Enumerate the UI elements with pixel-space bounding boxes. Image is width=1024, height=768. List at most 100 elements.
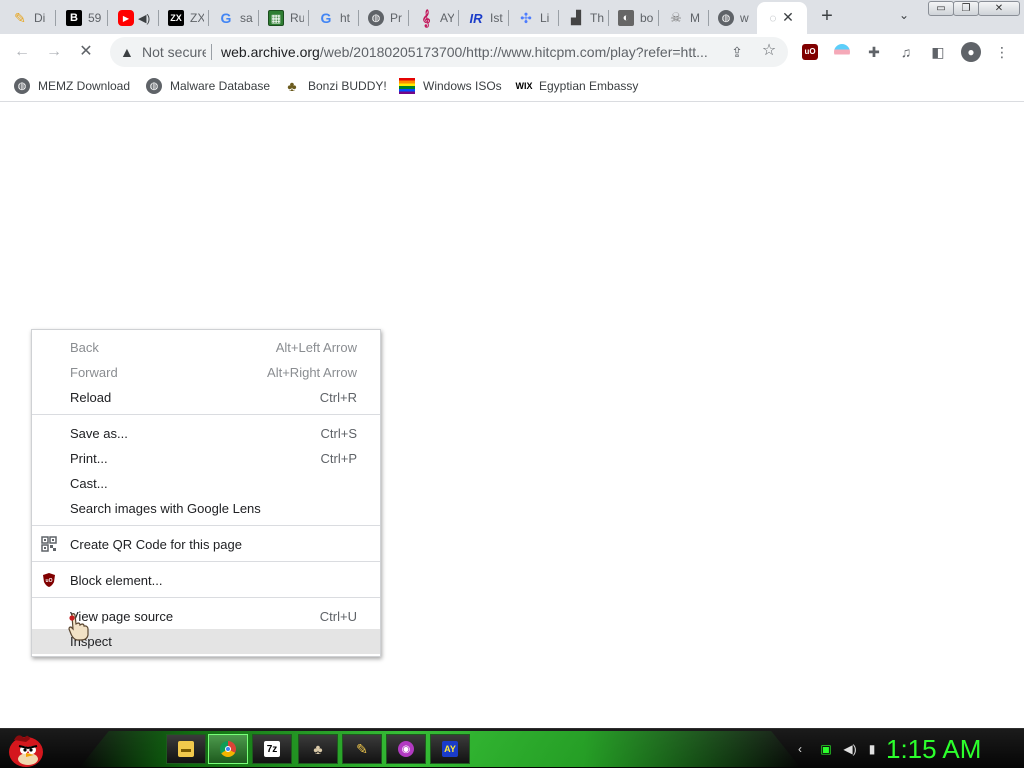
tab-divider — [308, 10, 309, 26]
menu-kebab-icon[interactable]: ⋮ — [994, 44, 1010, 60]
taskbar-pencil-app[interactable]: ✎ — [342, 734, 382, 764]
taskbar-disc-app[interactable]: ◉ — [386, 734, 426, 764]
globe-icon: ◍ — [368, 10, 384, 26]
chrome-icon — [220, 741, 236, 757]
tab-9[interactable]: 𝄞 AY — [410, 4, 454, 32]
url-text[interactable]: web.archive.org/web/20180205173700/http:… — [221, 44, 721, 60]
angry-bird-start-icon[interactable] — [4, 730, 48, 768]
bookmark-malware[interactable]: ◍ Malware Database — [146, 76, 270, 96]
tab-label: Li — [540, 11, 550, 25]
menu-item-label: Forward — [70, 365, 118, 380]
battery-icon[interactable]: ▣ — [818, 741, 834, 757]
forward-arrow-icon[interactable]: → — [42, 40, 66, 64]
ay-icon: AY — [442, 741, 458, 757]
rainbow-flag-icon — [399, 78, 415, 94]
menu-item-print[interactable]: Print... Ctrl+P — [32, 446, 380, 471]
ublock-origin-icon[interactable]: uO — [802, 44, 818, 60]
menu-item-shortcut: Alt+Right Arrow — [267, 365, 357, 380]
tab-10[interactable]: IR Ist — [460, 4, 504, 32]
tab-divider — [458, 10, 459, 26]
tab-3[interactable]: ▶ ◀) — [110, 4, 150, 32]
tab-divider — [55, 10, 56, 26]
menu-item-label: Save as... — [70, 426, 128, 441]
not-secure-label[interactable]: Not secure — [142, 44, 206, 60]
tab-12[interactable]: ▟ Th — [560, 4, 604, 32]
tab-15[interactable]: ◍ w — [710, 4, 754, 32]
tab-4[interactable]: ZX ZX — [160, 4, 204, 32]
taskbar-7zip[interactable]: 7z — [252, 734, 292, 764]
menu-item-label: Search images with Google Lens — [70, 501, 261, 516]
url-path: /web/20180205173700/http://www.hitcpm.co… — [319, 44, 708, 60]
bookmark-windows-isos[interactable]: Windows ISOs — [399, 76, 502, 96]
bookmark-memz[interactable]: ◍ MEMZ Download — [14, 76, 130, 96]
restore-button[interactable]: ❐ — [953, 1, 979, 16]
volume-icon[interactable]: ◀) — [842, 741, 858, 757]
taskbar: ▬ 7z ♣ ✎ ◉ AY ‹ ▣ ◀) ▮ 1:15 AM — [0, 728, 1024, 768]
menu-item-save-as[interactable]: Save as... Ctrl+S — [32, 421, 380, 446]
extensions-puzzle-icon[interactable]: ✚ — [866, 44, 882, 60]
hand-cursor-icon — [68, 613, 89, 641]
menu-item-label: Cast... — [70, 476, 108, 491]
taskbar-bonzi[interactable]: ♣ — [298, 734, 338, 764]
menu-item-forward[interactable]: Forward Alt+Right Arrow — [32, 360, 380, 385]
tab-label: Ru — [290, 11, 304, 25]
flag-extension-icon[interactable] — [834, 44, 850, 60]
tab-2[interactable]: B 59 — [58, 4, 102, 32]
taskbar-explorer[interactable]: ▬ — [166, 734, 206, 764]
map-icon: ▦ — [268, 10, 284, 26]
menu-item-google-lens[interactable]: Search images with Google Lens — [32, 496, 380, 521]
menu-item-cast[interactable]: Cast... — [32, 471, 380, 496]
audio-playing-icon[interactable]: ◀) — [138, 12, 150, 25]
media-control-icon[interactable]: ♫ — [898, 44, 914, 60]
music-icon: 𝄞 — [421, 9, 431, 27]
menu-item-label: Print... — [70, 451, 108, 466]
tab-6[interactable]: ▦ Ru — [260, 4, 304, 32]
profile-avatar-icon[interactable]: ● — [961, 42, 981, 62]
tab-11[interactable]: ✣ Li — [510, 4, 554, 32]
loading-icon: ◌ — [769, 11, 777, 25]
tab-divider — [258, 10, 259, 26]
stop-loading-icon[interactable]: ✕ — [74, 40, 98, 64]
side-panel-icon[interactable]: ◧ — [930, 44, 946, 60]
bookmark-bonzi[interactable]: ♣ Bonzi BUDDY! — [284, 76, 386, 96]
tray-expand-icon[interactable]: ‹ — [792, 741, 808, 757]
menu-separator — [32, 597, 380, 598]
address-bar[interactable]: ▲ Not secure web.archive.org/web/2018020… — [110, 37, 788, 67]
minimize-button[interactable]: ▭ — [928, 1, 954, 16]
taskbar-ay-app[interactable]: AY — [430, 734, 470, 764]
close-window-button[interactable]: ✕ — [978, 1, 1020, 16]
menu-item-shortcut: Alt+Left Arrow — [275, 340, 357, 355]
bookmark-egyptian-embassy[interactable]: WIX Egyptian Embassy — [515, 76, 639, 96]
google-icon: G — [220, 10, 232, 26]
zx-icon: ZX — [168, 10, 184, 26]
network-icon[interactable]: ▮ — [864, 741, 880, 757]
tab-14[interactable]: ☠ M — [660, 4, 704, 32]
tab-1[interactable]: ✎ Di — [4, 4, 48, 32]
menu-item-shortcut: Ctrl+R — [319, 390, 357, 405]
menu-item-block-element[interactable]: uO Block element... — [32, 568, 380, 593]
menu-item-back[interactable]: Back Alt+Left Arrow — [32, 335, 380, 360]
folder-icon: ▬ — [178, 741, 194, 757]
tab-5[interactable]: G sa — [210, 4, 254, 32]
url-host: web.archive.org — [221, 44, 320, 60]
menu-item-qr-code[interactable]: Create QR Code for this page — [32, 532, 380, 557]
tab-8[interactable]: ◍ Pr — [360, 4, 404, 32]
tab-search-chevron-icon[interactable]: ⌄ — [896, 8, 912, 24]
menu-item-reload[interactable]: Reload Ctrl+R — [32, 385, 380, 410]
tab-divider — [708, 10, 709, 26]
back-arrow-icon[interactable]: ← — [10, 40, 34, 64]
warning-triangle-icon[interactable]: ▲ — [120, 44, 136, 60]
taskbar-chrome[interactable] — [208, 734, 248, 764]
tab-label: AY — [440, 11, 454, 25]
tab-divider — [508, 10, 509, 26]
new-tab-button[interactable]: + — [816, 5, 838, 27]
tab-label: 59 — [88, 11, 102, 25]
globe-icon: ◍ — [146, 78, 162, 94]
share-icon[interactable]: ⇪ — [728, 43, 746, 61]
tab-divider — [408, 10, 409, 26]
clock[interactable]: 1:15 AM — [886, 734, 981, 765]
tab-13[interactable]: ◐ bo — [610, 4, 654, 32]
bookmark-star-icon[interactable]: ☆ — [760, 42, 778, 60]
tab-7[interactable]: G ht — [310, 4, 354, 32]
close-tab-icon[interactable]: ✕ — [780, 9, 796, 25]
